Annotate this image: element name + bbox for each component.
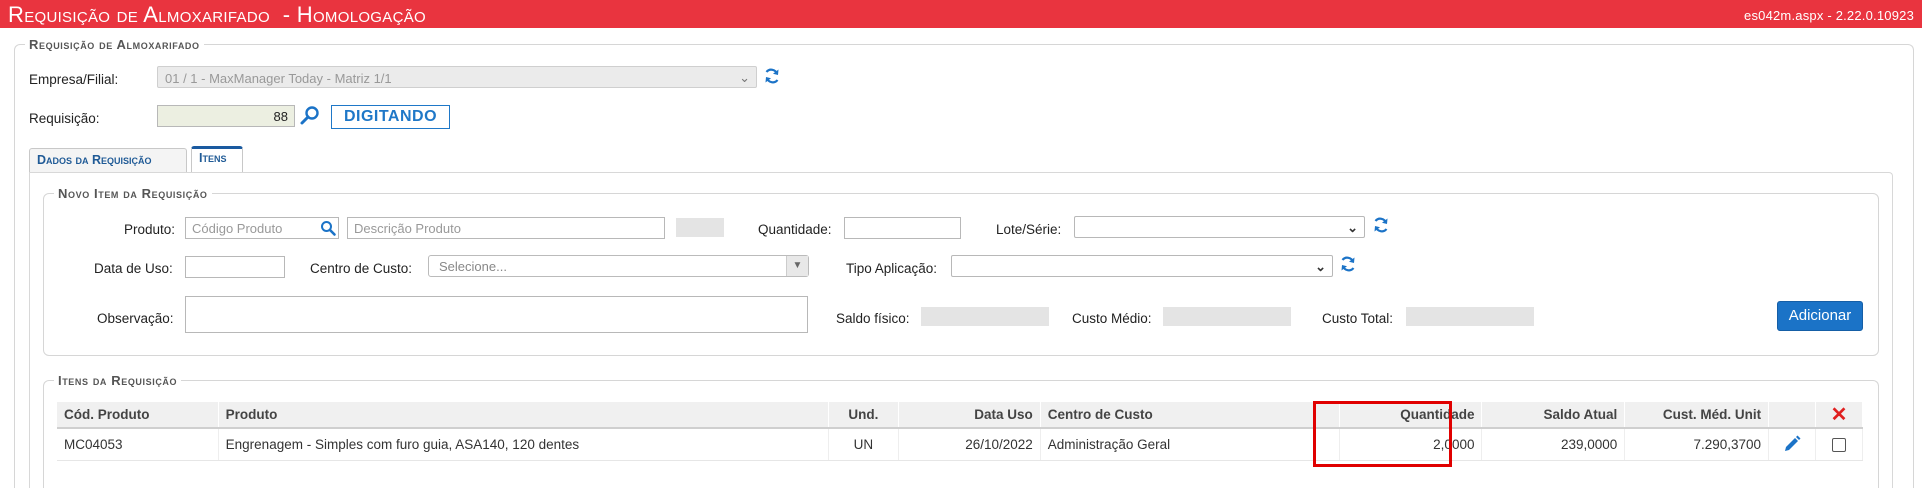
- itens-legend: Itens da Requisição: [58, 373, 178, 388]
- produto-label: Produto:: [124, 222, 176, 237]
- descricao-produto-input[interactable]: Descrição Produto: [347, 217, 665, 239]
- requisicao-legend: Requisição de Almoxarifado: [29, 37, 200, 52]
- dropdown-arrow-icon: ▼: [786, 256, 808, 276]
- requisicao-value: 88: [273, 109, 288, 124]
- cell-select: [1815, 428, 1863, 461]
- codigo-produto-input[interactable]: Código Produto: [185, 217, 339, 239]
- quantidade-highlight: [1313, 401, 1452, 467]
- cell-saldo-atual: 239,0000: [1481, 428, 1626, 461]
- cell-edit: [1768, 428, 1816, 461]
- descricao-placeholder: Descrição Produto: [354, 221, 461, 236]
- version-label: es042m.aspx - 2.22.0.10923: [1744, 8, 1914, 23]
- custo-medio-label: Custo Médio:: [1072, 311, 1152, 326]
- col-produto[interactable]: Produto: [218, 402, 829, 429]
- requisicao-input[interactable]: 88: [157, 105, 295, 127]
- search-icon[interactable]: [319, 219, 337, 237]
- col-codigo[interactable]: Cód. Produto: [57, 402, 219, 429]
- tab-label: Itens: [199, 151, 227, 165]
- title-bar: Requisição de Almoxarifado - Homologação…: [0, 0, 1922, 28]
- novo-item-legend: Novo Item da Requisição: [58, 186, 208, 201]
- col-saldo-atual[interactable]: Saldo Atual: [1481, 402, 1626, 429]
- centro-custo-placeholder: Selecione...: [439, 259, 507, 274]
- data-uso-input[interactable]: [185, 256, 285, 278]
- empresa-select[interactable]: 01 / 1 - MaxManager Today - Matriz 1/1 ⌄: [157, 66, 757, 88]
- requisicao-label: Requisição:: [29, 111, 100, 126]
- col-centro-custo[interactable]: Centro de Custo: [1040, 402, 1340, 429]
- lote-label: Lote/Série:: [996, 222, 1062, 237]
- col-und[interactable]: Und.: [828, 402, 900, 429]
- unidade-box: [676, 218, 724, 237]
- chevron-down-icon: ⌄: [1347, 220, 1358, 235]
- page-title: Requisição de Almoxarifado - Homologação: [8, 2, 426, 27]
- empresa-label: Empresa/Filial:: [29, 72, 119, 87]
- refresh-icon[interactable]: [1339, 255, 1357, 273]
- tab-dados-requisicao[interactable]: Dados da Requisição: [29, 148, 187, 172]
- saldo-fisico-value: [921, 307, 1049, 326]
- centro-custo-label: Centro de Custo:: [310, 261, 413, 276]
- custo-total-value: [1406, 307, 1534, 326]
- observacao-label: Observação:: [97, 311, 174, 326]
- table-row[interactable]: MC04053 Engrenagem - Simples com furo gu…: [57, 428, 1863, 461]
- col-custo-medio[interactable]: Cust. Méd. Unit: [1624, 402, 1770, 429]
- cell-custo-medio: 7.290,3700: [1624, 428, 1770, 461]
- itens-table: Cód. Produto Produto Und. Data Uso Centr…: [57, 402, 1863, 461]
- custo-total-label: Custo Total:: [1322, 311, 1394, 326]
- data-uso-label: Data de Uso:: [94, 261, 173, 276]
- delete-all-icon[interactable]: ✕: [1815, 402, 1863, 429]
- table-header-row: Cód. Produto Produto Und. Data Uso Centr…: [57, 402, 1863, 429]
- quantidade-input[interactable]: [844, 217, 961, 239]
- centro-custo-select[interactable]: Selecione... ▼: [428, 255, 809, 277]
- row-checkbox[interactable]: [1832, 437, 1846, 452]
- col-edit: [1768, 402, 1816, 429]
- custo-medio-value: [1163, 307, 1291, 326]
- chevron-down-icon: ⌄: [739, 70, 750, 85]
- tipo-aplicacao-select[interactable]: ⌄: [951, 255, 1333, 277]
- search-icon[interactable]: [299, 105, 321, 127]
- observacao-textarea[interactable]: [185, 296, 808, 333]
- cell-produto: Engrenagem - Simples com furo guia, ASA1…: [218, 428, 829, 461]
- tab-itens[interactable]: Itens: [191, 146, 243, 172]
- cell-centro-custo: Administração Geral: [1040, 428, 1340, 461]
- lote-select[interactable]: ⌄: [1074, 216, 1365, 238]
- cell-codigo: MC04053: [57, 428, 219, 461]
- status-badge: DIGITANDO: [331, 105, 450, 129]
- tab-label: Dados da Requisição: [37, 153, 152, 167]
- pencil-icon[interactable]: [1782, 434, 1802, 454]
- chevron-down-icon: ⌄: [1315, 259, 1326, 274]
- codigo-placeholder: Código Produto: [192, 221, 283, 236]
- refresh-icon[interactable]: [1372, 216, 1390, 234]
- tipo-aplicacao-label: Tipo Aplicação:: [846, 261, 938, 276]
- quantidade-label: Quantidade:: [758, 222, 832, 237]
- saldo-fisico-label: Saldo físico:: [836, 311, 910, 326]
- adicionar-button[interactable]: Adicionar: [1777, 301, 1863, 331]
- refresh-icon[interactable]: [763, 67, 781, 85]
- empresa-value: 01 / 1 - MaxManager Today - Matriz 1/1: [165, 71, 392, 86]
- cell-data-uso: 26/10/2022: [898, 428, 1041, 461]
- col-data-uso[interactable]: Data Uso: [898, 402, 1041, 429]
- cell-und: UN: [828, 428, 900, 461]
